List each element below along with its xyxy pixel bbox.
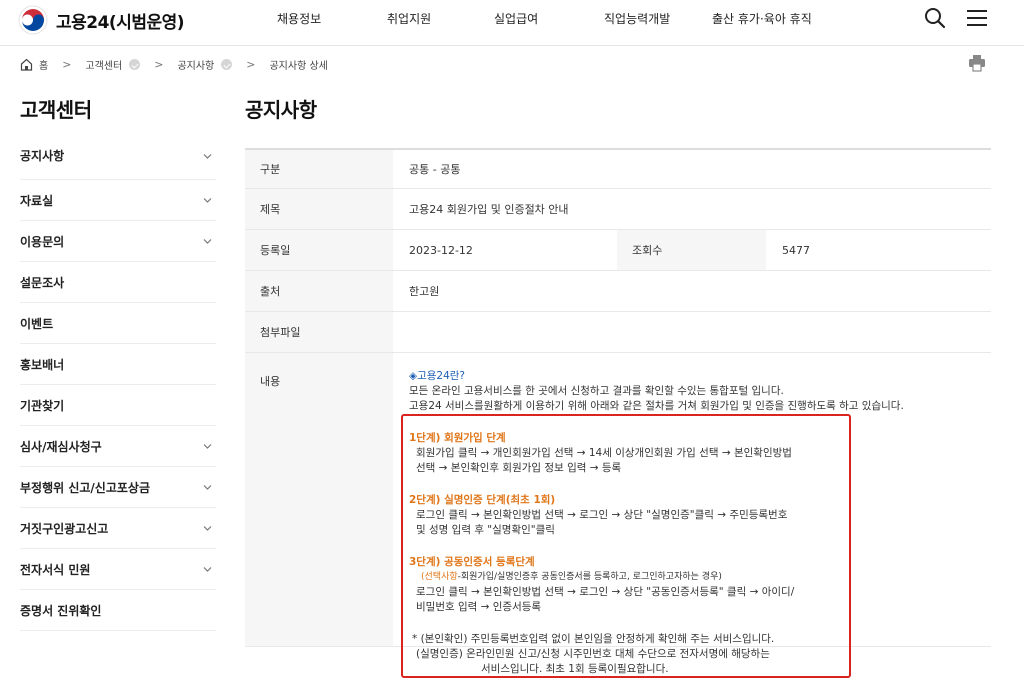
category-value: 공통 - 공통: [409, 163, 461, 176]
notice-detail-table: 구분 공통 - 공통 제목 고용24 회원가입 및 인증절차 안내 등록일 20…: [245, 148, 991, 678]
chevron-right-icon: >: [246, 57, 256, 71]
sidebar-item-label: 자료실: [20, 193, 54, 208]
content-label: 내용: [245, 353, 393, 646]
sidebar-item[interactable]: 이용문의: [20, 221, 216, 262]
source-value: 한고원: [409, 285, 440, 298]
intro-line: 모든 온라인 고용서비스를 한 곳에서 신청하고 결과를 확인할 수있는 통합포…: [409, 385, 784, 397]
breadcrumb-customer-center[interactable]: 고객센터: [85, 57, 122, 72]
step1-text: 선택 → 본인확인후 회원가입 정보 입력 → 등록: [416, 462, 622, 474]
sidebar-item-label: 홍보배너: [20, 357, 65, 372]
chevron-down-icon[interactable]: [203, 563, 212, 572]
step1-title: 1단계) 회원가입 단계: [409, 432, 506, 444]
sidebar-item[interactable]: 설문조사: [20, 262, 216, 303]
step2-title: 2단계) 실명인증 단계(최초 1회): [409, 494, 556, 506]
sidebar-item-label: 부정행위 신고/신고포상금: [20, 480, 151, 495]
sidebar-item[interactable]: 이벤트: [20, 303, 216, 344]
breadcrumb-notice-detail: 공지사항 상세: [269, 60, 328, 72]
steps-block: 1단계) 회원가입 단계 회원가입 클릭 → 개인회원가입 선택 → 14세 이…: [409, 431, 849, 677]
step3-text: 비밀번호 입력 → 인증서등록: [416, 601, 542, 613]
sidebar-item[interactable]: 심사/재심사청구: [20, 426, 216, 467]
sidebar-title: 고객센터: [20, 98, 92, 122]
breadcrumb-home[interactable]: 홈: [39, 57, 48, 72]
sidebar-item-label: 기관찾기: [20, 398, 65, 413]
sidebar-item[interactable]: 거짓구인광고신고: [20, 508, 216, 549]
sidebar-nav: 공지사항자료실이용문의설문조사이벤트홍보배너기관찾기심사/재심사청구부정행위 신…: [20, 132, 216, 631]
step1-text: 회원가입 클릭 → 개인회원가입 선택 → 14세 이상개인회원 가입 선택 →…: [416, 447, 792, 459]
content-body: ◈고용24란? 모든 온라인 고용서비스를 한 곳에서 신청하고 결과를 확인할…: [393, 353, 991, 678]
nav-item-vocational-training[interactable]: 직업능력개발: [604, 10, 670, 27]
sidebar-item[interactable]: 홍보배너: [20, 344, 216, 385]
intro-line: 고용24 서비스를원활하게 이용하기 위해 아래와 같은 절차를 거쳐 회원가입…: [409, 400, 904, 412]
sidebar-item-label: 심사/재심사청구: [20, 439, 102, 454]
hamburger-menu-icon[interactable]: [966, 9, 988, 27]
breadcrumb-notice[interactable]: 공지사항: [177, 57, 214, 72]
date-value: 2023-12-12: [409, 243, 473, 257]
sidebar-item[interactable]: 공지사항: [20, 132, 216, 180]
views-label: 조회수: [617, 230, 766, 270]
row-category: 구분 공통 - 공통: [245, 148, 991, 189]
step3-text: 로그인 클릭 → 본인확인방법 선택 → 로그인 → 상단 "공동인증서등록" …: [416, 586, 795, 598]
sidebar-item-label: 설문조사: [20, 275, 65, 290]
chevron-right-icon: >: [62, 57, 72, 71]
row-attachment: 첨부파일: [245, 312, 991, 353]
intro-title: ◈고용24란?: [409, 370, 465, 382]
page-title: 공지사항: [245, 98, 317, 122]
search-icon[interactable]: [924, 7, 946, 29]
title-label: 제목: [245, 189, 393, 229]
footnote: (실명인증) 온라인민원 신고/신청 시주민번호 대체 수단으로 전자서명에 해…: [416, 648, 770, 660]
nav-item-jobs[interactable]: 채용정보: [277, 10, 321, 27]
print-icon[interactable]: [968, 54, 986, 72]
sidebar-item[interactable]: 기관찾기: [20, 385, 216, 426]
source-label: 출처: [245, 271, 393, 311]
row-source: 출처 한고원: [245, 271, 991, 312]
sidebar-item[interactable]: 증명서 진위확인: [20, 590, 216, 631]
footnote: * (본인확인) 주민등록번호입력 없이 본인임을 안정하게 확인해 주는 서비…: [412, 633, 775, 645]
breadcrumb: 홈 > 고객센터 > 공지사항 > 공지사항 상세: [20, 55, 328, 73]
row-content: 내용 ◈고용24란? 모든 온라인 고용서비스를 한 곳에서 신청하고 결과를 …: [245, 353, 991, 678]
chevron-down-icon[interactable]: [203, 194, 212, 203]
category-label: 구분: [245, 150, 393, 188]
sidebar-item-label: 이벤트: [20, 316, 54, 331]
site-header: 고용24(시범운영) 채용정보 취업지원 실업급여 직업능력개발 출산 휴가·육…: [0, 0, 1024, 40]
step3-title: 3단계) 공동인증서 등록단계: [409, 556, 535, 568]
attachment-label: 첨부파일: [245, 312, 393, 352]
dropdown-toggle-icon[interactable]: [221, 58, 233, 70]
chevron-right-icon: >: [154, 57, 164, 71]
step3-note: (선택사항-회원가입/실명인증후 공동인증서를 등록하고, 로그인하고자하는 경…: [409, 570, 849, 585]
nav-item-parental-leave[interactable]: 출산 휴가·육아 휴직: [712, 10, 812, 27]
header-divider: [0, 45, 1024, 46]
title-value: 고용24 회원가입 및 인증절차 안내: [409, 203, 569, 216]
row-date-views: 등록일 2023-12-12 조회수 5477: [245, 230, 991, 271]
row-title: 제목 고용24 회원가입 및 인증절차 안내: [245, 189, 991, 230]
step2-text: 로그인 클릭 → 본인확인방법 선택 → 로그인 → 상단 "실명인증"클릭 →…: [416, 509, 788, 521]
footnote: 서비스입니다. 최초 1회 등록이필요합니다.: [481, 663, 669, 675]
dropdown-toggle-icon[interactable]: [129, 58, 141, 70]
chevron-down-icon[interactable]: [203, 522, 212, 531]
step3-note-text: -회원가입/실명인증후 공동인증서를 등록하고, 로그인하고자하는 경우): [457, 572, 722, 582]
sidebar-item-label: 전자서식 민원: [20, 562, 91, 577]
views-value: 5477: [782, 243, 810, 257]
nav-item-unemployment-benefit[interactable]: 실업급여: [494, 10, 538, 27]
sidebar-item-label: 공지사항: [20, 149, 65, 163]
sidebar-item-label: 이용문의: [20, 234, 65, 249]
date-label: 등록일: [245, 230, 393, 270]
nav-item-employment-support[interactable]: 취업지원: [387, 10, 431, 27]
main-nav: 채용정보 취업지원 실업급여 직업능력개발 출산 휴가·육아 휴직: [0, 10, 1024, 30]
optional-highlight: (선택사항: [421, 572, 458, 582]
sidebar-item[interactable]: 자료실: [20, 180, 216, 221]
home-icon[interactable]: [20, 58, 33, 71]
chevron-down-icon[interactable]: [203, 481, 212, 490]
chevron-down-icon[interactable]: [203, 235, 212, 244]
sidebar-item[interactable]: 부정행위 신고/신고포상금: [20, 467, 216, 508]
chevron-down-icon[interactable]: [203, 150, 212, 159]
sidebar-item-label: 거짓구인광고신고: [20, 521, 109, 536]
sidebar-item-label: 증명서 진위확인: [20, 603, 102, 618]
attachment-value: [393, 312, 991, 352]
step2-text: 및 성명 입력 후 "실명확인"클릭: [416, 524, 555, 536]
chevron-down-icon[interactable]: [203, 440, 212, 449]
sidebar-item[interactable]: 전자서식 민원: [20, 549, 216, 590]
